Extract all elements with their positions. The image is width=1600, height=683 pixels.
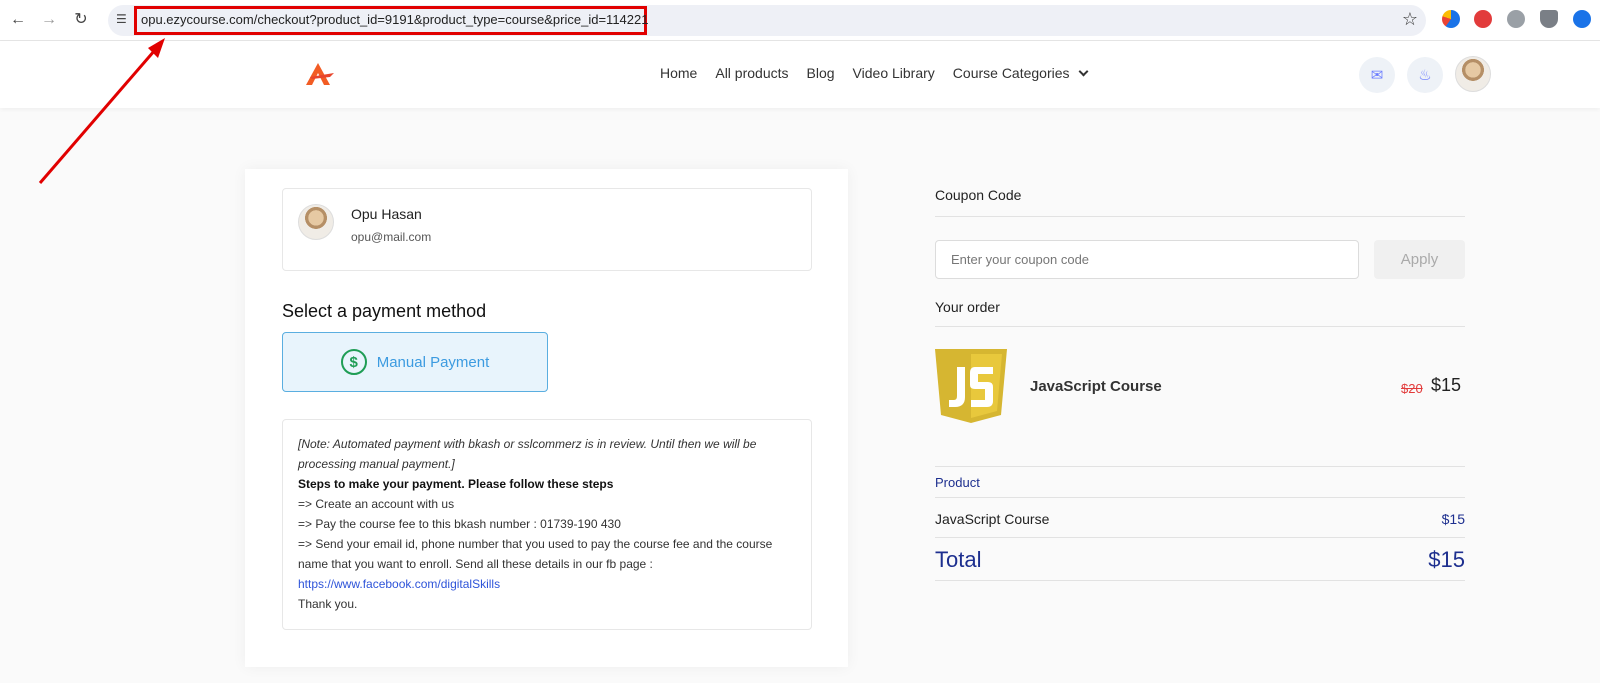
your-order-label: Your order <box>935 299 1000 315</box>
summary-item-name: JavaScript Course <box>935 511 1050 527</box>
facebook-link[interactable]: https://www.facebook.com/digitalSkills <box>298 574 796 594</box>
reload-icon[interactable]: ↻ <box>69 8 93 32</box>
nav-course-categories[interactable]: Course Categories <box>953 65 1088 81</box>
chat-icon[interactable]: ✉ <box>1359 57 1395 93</box>
user-name: Opu Hasan <box>351 206 422 222</box>
payment-instructions: [Note: Automated payment with bkash or s… <box>282 419 812 630</box>
nav-all-products[interactable]: All products <box>715 65 788 81</box>
address-bar[interactable]: ☰ opu.ezycourse.com/checkout?product_id=… <box>108 5 1426 36</box>
coupon-input[interactable] <box>935 240 1359 279</box>
divider <box>935 466 1465 467</box>
site-settings-icon[interactable]: ☰ <box>116 12 134 30</box>
product-header: Product <box>935 475 980 490</box>
user-avatar <box>298 204 334 240</box>
note-text: [Note: Automated payment with bkash or s… <box>298 437 757 471</box>
main-nav: Home All products Blog Video Library Cou… <box>660 65 1088 81</box>
extension-icon-1[interactable] <box>1442 10 1460 28</box>
globe-extension-icon[interactable] <box>1507 10 1525 28</box>
back-arrow-icon[interactable]: ← <box>6 8 30 32</box>
divider <box>935 326 1465 327</box>
order-item-name: JavaScript Course <box>1030 378 1162 395</box>
url-text[interactable]: opu.ezycourse.com/checkout?product_id=91… <box>141 12 648 27</box>
divider <box>935 216 1465 217</box>
thank-you-text: Thank you. <box>298 597 358 611</box>
forward-arrow-icon[interactable]: → <box>37 8 61 32</box>
bookmark-star-icon[interactable]: ☆ <box>1402 9 1418 30</box>
user-email: opu@mail.com <box>351 230 432 244</box>
dollar-icon: $ <box>340 349 367 375</box>
manual-payment-label: Manual Payment <box>376 353 490 371</box>
payment-method-title: Select a payment method <box>282 301 487 321</box>
site-logo-icon[interactable] <box>304 61 336 89</box>
divider <box>935 537 1465 538</box>
apply-button[interactable]: Apply <box>1374 240 1465 279</box>
steps-heading: Steps to make your payment. Please follo… <box>298 477 614 491</box>
chevron-down-icon <box>1078 66 1088 77</box>
divider <box>935 497 1465 498</box>
total-price: $15 <box>1428 547 1465 572</box>
nav-blog[interactable]: Blog <box>807 65 835 81</box>
extension-icon-5[interactable] <box>1573 10 1591 28</box>
site-header: Home All products Blog Video Library Cou… <box>0 41 1600 108</box>
browser-toolbar: ← → ↻ ☰ opu.ezycourse.com/checkout?produ… <box>0 0 1600 41</box>
manual-payment-option[interactable]: $ Manual Payment <box>282 332 548 392</box>
coupon-label: Coupon Code <box>935 187 1022 203</box>
step-1: => Create an account with us <box>298 497 455 511</box>
user-avatar-header[interactable] <box>1455 56 1491 92</box>
javascript-course-thumbnail <box>935 349 1007 423</box>
step-3: => Send your email id, phone number that… <box>298 537 773 571</box>
nav-home[interactable]: Home <box>660 65 697 81</box>
bell-icon[interactable]: ♨ <box>1407 57 1443 93</box>
nav-video-library[interactable]: Video Library <box>853 65 935 81</box>
user-info-box: Opu Hasan opu@mail.com <box>282 188 812 271</box>
discounted-price: $15 <box>1431 375 1462 395</box>
total-label: Total <box>935 547 982 572</box>
original-price: $20 <box>1401 381 1423 396</box>
extension-icon-2[interactable] <box>1474 10 1492 28</box>
shield-extension-icon[interactable] <box>1540 10 1558 28</box>
divider <box>935 580 1465 581</box>
checkout-left-card: Opu Hasan opu@mail.com Select a payment … <box>245 169 848 667</box>
step-2: => Pay the course fee to this bkash numb… <box>298 517 621 531</box>
summary-item-price: $15 <box>1441 511 1465 527</box>
